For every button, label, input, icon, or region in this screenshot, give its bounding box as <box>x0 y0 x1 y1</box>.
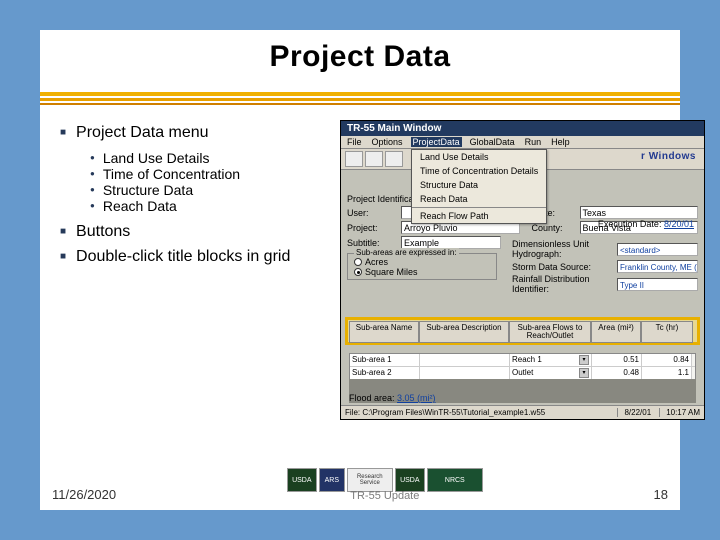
menu-file[interactable]: File <box>345 137 364 147</box>
menu-item-structure[interactable]: Structure Data <box>412 178 546 192</box>
label-subtitle: Subtitle: <box>347 238 397 248</box>
status-path: File: C:\Program Files\WinTR-55\Tutorial… <box>345 408 609 417</box>
menu-item-reach-flow-path[interactable]: Reach Flow Path <box>412 209 546 223</box>
nrcs-logo: NRCS <box>427 468 483 492</box>
menu-options[interactable]: Options <box>370 137 405 147</box>
status-date: 8/22/01 <box>617 408 651 417</box>
units-legend: Sub-areas are expressed in: <box>354 248 459 257</box>
value-rainfall-dist[interactable]: Type II <box>617 278 698 291</box>
usda-logo-2: USDA <box>395 468 425 492</box>
outline-subitem: Structure Data <box>103 182 193 198</box>
label-duh: Dimensionless Unit Hydrograph: <box>512 239 617 259</box>
menu-item-reach[interactable]: Reach Data <box>412 192 546 206</box>
projectdata-dropdown: Land Use Details Time of Concentration D… <box>411 149 547 224</box>
toolbar-button[interactable] <box>385 151 403 167</box>
col-subarea-desc[interactable]: Sub-area Description <box>419 321 509 343</box>
menu-item-toc[interactable]: Time of Concentration Details <box>412 164 546 178</box>
radio-sqmiles[interactable]: Square Miles <box>354 267 490 277</box>
footer-page: 18 <box>654 487 668 502</box>
menu-item-land-use[interactable]: Land Use Details <box>412 150 546 164</box>
slide-title: Project Data <box>40 40 680 74</box>
input-state[interactable]: Texas <box>580 206 699 219</box>
storm-settings: Dimensionless Unit Hydrograph:<standard>… <box>512 239 698 295</box>
tr55-main-window: TR-55 Main Window File Options ProjectDa… <box>340 120 705 420</box>
label-county: County: <box>532 223 576 233</box>
label-storm-source: Storm Data Source: <box>512 262 617 272</box>
label-rainfall-dist: Rainfall Distribution Identifier: <box>512 274 617 294</box>
outline-subitem: Reach Data <box>103 198 177 214</box>
grid-body: Sub-area 1 Reach 1▾ 0.51 0.84 Sub-area 2… <box>349 353 696 381</box>
toolbar-button[interactable] <box>345 151 363 167</box>
label-user: User: <box>347 208 397 218</box>
grid-header: Sub-area Name Sub-area Description Sub-a… <box>349 321 696 343</box>
execution-date: Execution Date: 8/20/01 <box>598 219 694 229</box>
value-duh[interactable]: <standard> <box>617 243 698 256</box>
outline-item: Double-click title blocks in grid <box>76 247 290 268</box>
footer-center: USDA ARS Research Service USDA NRCS TR-5… <box>287 468 483 502</box>
window-titlebar: TR-55 Main Window <box>341 121 704 136</box>
outline-subitem: Time of Concentration <box>103 166 240 182</box>
col-area[interactable]: Area (mi²) <box>591 321 641 343</box>
menubar: File Options ProjectData GlobalData Run … <box>341 136 704 149</box>
status-time: 10:17 AM <box>659 408 700 417</box>
slide-footer: 11/26/2020 USDA ARS Research Service USD… <box>52 468 668 502</box>
outline-subitem: Land Use Details <box>103 150 210 166</box>
research-service-logo: Research Service <box>347 468 393 492</box>
footer-date: 11/26/2020 <box>52 487 116 502</box>
toolbar-button[interactable] <box>365 151 383 167</box>
divider-group <box>40 92 680 105</box>
ars-logo: ARS <box>319 468 345 492</box>
usda-logo: USDA <box>287 468 317 492</box>
menu-help[interactable]: Help <box>549 137 572 147</box>
flood-area: Flood area: 3.05 (mi²) <box>349 393 436 403</box>
menu-globaldata[interactable]: GlobalData <box>468 137 517 147</box>
radio-acres[interactable]: Acres <box>354 257 490 267</box>
chevron-down-icon[interactable]: ▾ <box>579 368 589 378</box>
outline-item: Buttons <box>76 222 130 243</box>
label-project: Project: <box>347 223 397 233</box>
value-storm-source[interactable]: Franklin County, ME (NRCS) <box>617 260 698 273</box>
col-tc[interactable]: Tc (hr) <box>641 321 693 343</box>
menu-run[interactable]: Run <box>523 137 544 147</box>
chevron-down-icon[interactable]: ▾ <box>579 355 589 365</box>
statusbar: File: C:\Program Files\WinTR-55\Tutorial… <box>341 405 704 419</box>
toolbar-text: r Windows <box>641 151 700 167</box>
col-subarea-name[interactable]: Sub-area Name <box>349 321 419 343</box>
outline-item: Project Data menu <box>76 123 209 144</box>
window-title-text: TR-55 Main Window <box>347 123 441 134</box>
menu-projectdata[interactable]: ProjectData <box>411 137 462 147</box>
units-radio-group: Sub-areas are expressed in: Acres Square… <box>347 253 497 280</box>
table-row[interactable]: Sub-area 1 Reach 1▾ 0.51 0.84 <box>350 354 695 367</box>
col-flows-to[interactable]: Sub-area Flows to Reach/Outlet <box>509 321 591 343</box>
